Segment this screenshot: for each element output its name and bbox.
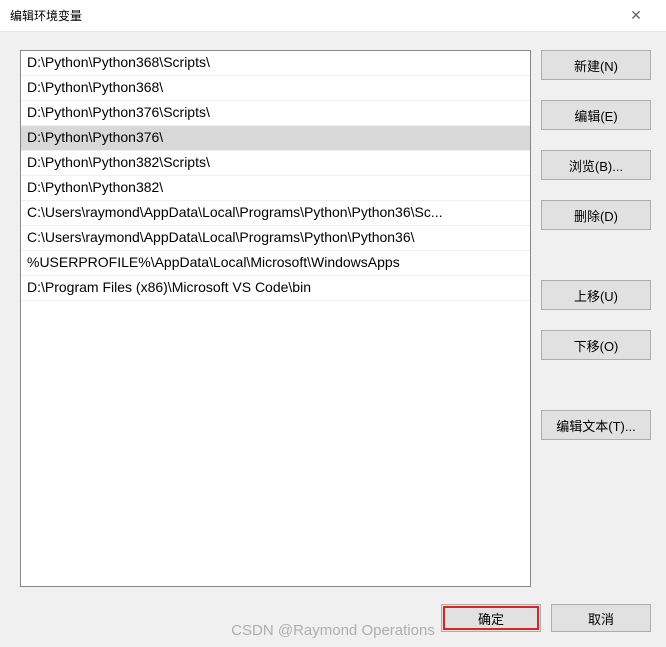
move-down-button[interactable]: 下移(O) — [541, 330, 651, 360]
edit-button[interactable]: 编辑(E) — [541, 100, 651, 130]
ok-button[interactable]: 确定 — [441, 604, 541, 632]
side-button-group: 新建(N) 编辑(E) 浏览(B)... 删除(D) 上移(U) 下移(O) 编… — [541, 50, 651, 587]
browse-button[interactable]: 浏览(B)... — [541, 150, 651, 180]
window-title: 编辑环境变量 — [10, 7, 82, 24]
move-up-button[interactable]: 上移(U) — [541, 280, 651, 310]
list-item[interactable]: D:\Python\Python382\ — [21, 176, 530, 201]
list-item[interactable]: D:\Python\Python376\ — [21, 126, 530, 151]
list-item[interactable]: %USERPROFILE%\AppData\Local\Microsoft\Wi… — [21, 251, 530, 276]
list-item[interactable]: D:\Python\Python368\ — [21, 76, 530, 101]
list-item[interactable]: D:\Python\Python368\Scripts\ — [21, 51, 530, 76]
list-item[interactable]: C:\Users\raymond\AppData\Local\Programs\… — [21, 226, 530, 251]
path-listbox[interactable]: D:\Python\Python368\Scripts\ D:\Python\P… — [20, 50, 531, 587]
edit-text-button[interactable]: 编辑文本(T)... — [541, 410, 651, 440]
list-item[interactable]: D:\Python\Python382\Scripts\ — [21, 151, 530, 176]
dialog-footer: 确定 取消 — [0, 599, 666, 647]
close-icon[interactable]: ✕ — [616, 1, 656, 31]
cancel-button[interactable]: 取消 — [551, 604, 651, 632]
titlebar: 编辑环境变量 ✕ — [0, 0, 666, 32]
dialog-body: D:\Python\Python368\Scripts\ D:\Python\P… — [0, 32, 666, 599]
list-item[interactable]: D:\Python\Python376\Scripts\ — [21, 101, 530, 126]
new-button[interactable]: 新建(N) — [541, 50, 651, 80]
list-item[interactable]: D:\Program Files (x86)\Microsoft VS Code… — [21, 276, 530, 301]
delete-button[interactable]: 删除(D) — [541, 200, 651, 230]
list-item[interactable]: C:\Users\raymond\AppData\Local\Programs\… — [21, 201, 530, 226]
